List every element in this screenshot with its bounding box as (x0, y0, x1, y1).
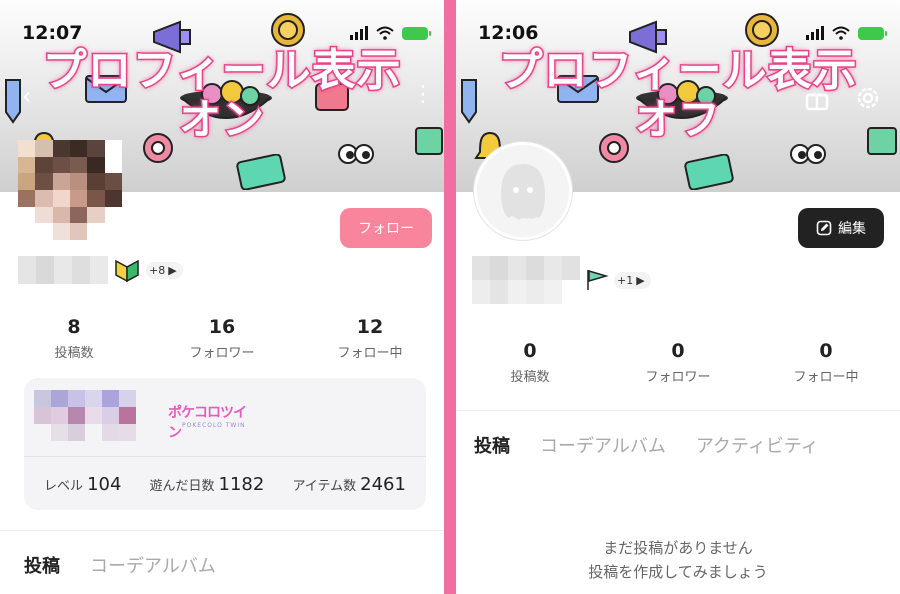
chevron-right-icon: ▶ (636, 273, 645, 287)
empty-state-line1: まだ投稿がありません (603, 539, 753, 557)
status-icons (350, 26, 431, 40)
overlay-caption-line1: プロフィール表示 (41, 44, 402, 97)
empty-state: まだ投稿がありません 投稿を作成してみましょう (456, 536, 900, 584)
avatar[interactable] (18, 140, 122, 240)
follow-button[interactable]: フォロー (340, 208, 432, 248)
status-bar: 12:07 (0, 18, 444, 48)
chevron-right-icon: ▶ (168, 263, 177, 277)
username-row: +8 ▶ (18, 256, 183, 284)
edit-icon (816, 220, 832, 236)
overlay-caption-line1: プロフィール表示 (497, 44, 858, 97)
status-bar: 12:06 (456, 18, 900, 48)
comparison-screenshot: 12:07 ‹ ⋮ プロフィール表示 オン フォロー +8 ▶ 8 投稿数 16… (0, 0, 900, 594)
overlay-caption: プロフィール表示 オン (0, 44, 444, 145)
signal-icon (350, 26, 368, 40)
ghost-avatar-icon (501, 164, 545, 220)
ticket-sticker (684, 154, 734, 190)
stat-posts[interactable]: 8 投稿数 (0, 316, 148, 361)
wifi-icon (832, 26, 850, 40)
stat-value: 0 (819, 340, 833, 362)
tab-code-album[interactable]: コーデアルバム (90, 552, 216, 578)
badge-count[interactable]: +1 ▶ (614, 271, 651, 289)
ticket-sticker (236, 154, 286, 190)
battery-icon (858, 26, 887, 40)
eyes-sticker (790, 144, 826, 164)
username-blurred (472, 256, 580, 304)
signal-icon (806, 26, 824, 40)
overlay-caption-line2: オフ (633, 94, 721, 145)
stat-followers[interactable]: 0 フォロワー (604, 340, 752, 385)
section-divider (456, 410, 900, 411)
stat-followers[interactable]: 16 フォロワー (148, 316, 296, 361)
stat-label: フォロワー (645, 370, 711, 385)
game-logo: ポケコロツイン POKECOLO TWIN (168, 394, 252, 441)
profile-panel-on: 12:07 ‹ ⋮ プロフィール表示 オン フォロー +8 ▶ 8 投稿数 16… (0, 0, 444, 594)
username-blurred (18, 256, 108, 284)
badge-count-label: +1 (617, 273, 634, 287)
stat-value: 0 (523, 340, 537, 362)
wifi-icon (376, 26, 394, 40)
stat-following[interactable]: 12 フォロー中 (296, 316, 444, 361)
stat-following[interactable]: 0 フォロー中 (752, 340, 900, 385)
eyes-sticker (338, 144, 374, 164)
game-logo-sub: POKECOLO TWIN (182, 422, 246, 429)
status-time: 12:07 (22, 22, 83, 44)
game-stat-level: レベル 104 (44, 474, 121, 495)
flag-badge-icon (587, 269, 609, 290)
badge-count[interactable]: +8 ▶ (146, 261, 183, 279)
tab-activity[interactable]: アクティビティ (696, 432, 819, 458)
tab-posts[interactable]: 投稿 (474, 432, 510, 458)
overlay-caption: プロフィール表示 オフ (456, 44, 900, 145)
game-stat-label: レベル (44, 479, 84, 494)
tab-posts[interactable]: 投稿 (24, 552, 60, 578)
edit-profile-button[interactable]: 編集 (798, 208, 884, 248)
card-divider (24, 456, 426, 457)
profile-tabs: 投稿 コーデアルバム アクティビティ (456, 432, 819, 458)
profile-stats: 8 投稿数 16 フォロワー 12 フォロー中 (0, 316, 444, 361)
stat-label: 投稿数 (54, 346, 94, 361)
panel-divider (444, 0, 456, 594)
game-stat-items: アイテム数 2461 (292, 474, 406, 495)
stat-value: 0 (671, 340, 685, 362)
stat-posts[interactable]: 0 投稿数 (456, 340, 604, 385)
game-stat-label: アイテム数 (292, 479, 357, 494)
empty-state-line2: 投稿を作成してみましょう (588, 563, 768, 581)
stat-value: 8 (67, 316, 81, 338)
game-avatars-blurred (34, 390, 136, 441)
edit-button-label: 編集 (838, 221, 866, 237)
tab-code-album[interactable]: コーデアルバム (540, 432, 666, 458)
stat-value: 12 (356, 316, 384, 338)
battery-icon (402, 26, 431, 40)
game-profile-card[interactable]: ポケコロツイン POKECOLO TWIN レベル 104 遊んだ日数 1182 ア… (24, 378, 426, 510)
overlay-caption-line2: オン (177, 94, 265, 145)
stat-label: 投稿数 (510, 370, 550, 385)
avatar-default[interactable] (474, 142, 572, 240)
game-stat-label: 遊んだ日数 (149, 479, 215, 494)
profile-stats: 0 投稿数 0 フォロワー 0 フォロー中 (456, 340, 900, 385)
game-stats: レベル 104 遊んだ日数 1182 アイテム数 2461 (24, 474, 426, 495)
section-divider (0, 530, 444, 531)
stat-label: フォロワー (189, 346, 255, 361)
username-row: +1 ▶ (472, 256, 651, 304)
game-stat-days: 遊んだ日数 1182 (150, 474, 265, 495)
badge-count-label: +8 (149, 263, 166, 277)
status-time: 12:06 (478, 22, 539, 44)
game-stat-value: 2461 (360, 474, 406, 495)
status-icons (806, 26, 887, 40)
game-stat-value: 1182 (218, 474, 265, 495)
stat-label: フォロー中 (793, 370, 859, 385)
game-stat-value: 104 (87, 474, 122, 495)
profile-panel-off: 12:06 プロフィール表示 オフ 編集 +1 ▶ 0 投稿数 0 フォロワー … (456, 0, 900, 594)
profile-tabs: 投稿 コーデアルバム (0, 552, 216, 578)
stat-label: フォロー中 (337, 346, 403, 361)
stat-value: 16 (208, 316, 236, 338)
beginner-badge-icon (115, 259, 139, 283)
